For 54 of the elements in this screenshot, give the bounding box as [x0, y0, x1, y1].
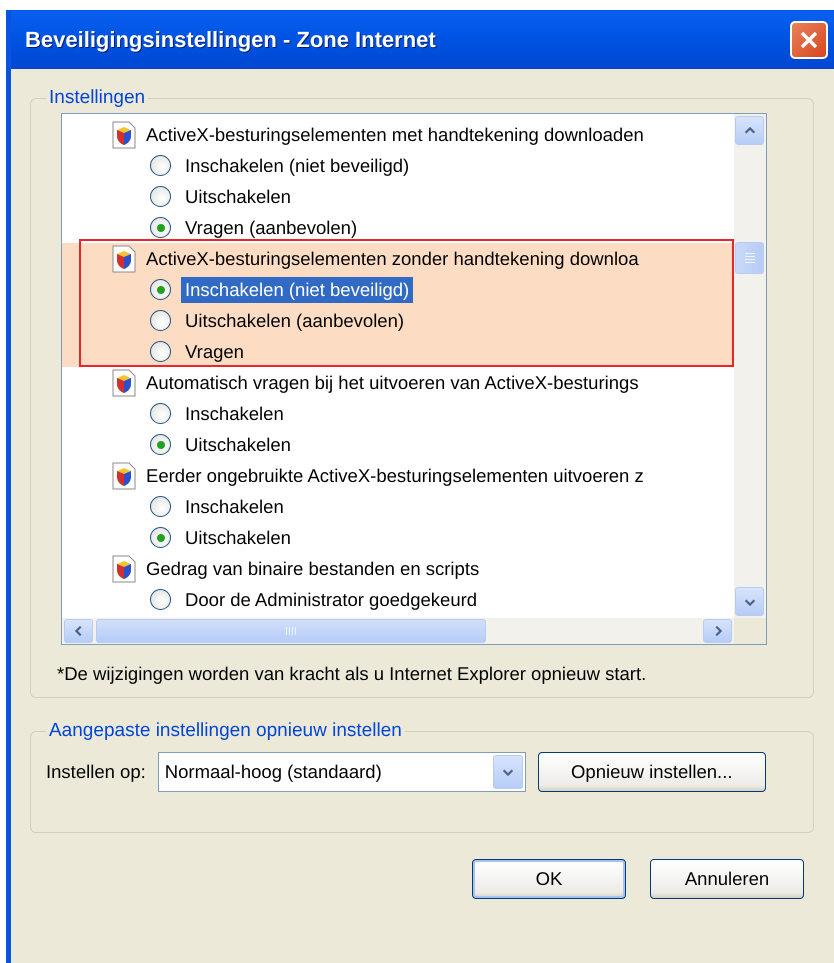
- scroll-right-button[interactable]: [703, 619, 732, 643]
- scroll-up-button[interactable]: [735, 116, 764, 145]
- scroll-thumb[interactable]: [96, 619, 486, 643]
- radio-button[interactable]: [150, 310, 171, 331]
- radio-button[interactable]: [150, 186, 171, 207]
- group-label: Aangepaste instellingen opnieuw instellen: [48, 720, 403, 742]
- option-label[interactable]: Uitschakelen: [181, 432, 295, 458]
- option-label[interactable]: Inschakelen: [181, 400, 288, 426]
- option-label[interactable]: Inschakelen: [181, 494, 288, 520]
- grip-icon: [744, 253, 756, 263]
- scroll-thumb[interactable]: [735, 242, 764, 274]
- close-icon: [798, 29, 820, 51]
- restart-note: *De wijzigingen worden van kracht als u Internet Explorer opnieuw start.: [57, 663, 648, 685]
- radio-button[interactable]: [150, 527, 171, 548]
- setting-title: ActiveX-besturingselementen met handtekening downloaden: [146, 124, 644, 146]
- option-label[interactable]: Door de Administrator goedgekeurd: [181, 586, 482, 612]
- option-label[interactable]: Uitschakelen: [181, 524, 295, 550]
- security-document-icon: [112, 244, 136, 272]
- security-document-icon: [112, 120, 136, 148]
- scroll-down-button[interactable]: [735, 587, 764, 616]
- security-document-icon: [112, 554, 136, 582]
- group-label: Instellingen: [48, 87, 146, 109]
- horizontal-scrollbar[interactable]: [62, 618, 734, 644]
- setting-title: Automatisch vragen bij het uitvoeren van ActiveX-besturings: [146, 372, 639, 394]
- option-label[interactable]: Vragen (aanbevolen): [181, 214, 362, 240]
- option-label[interactable]: Inschakelen (niet beveiligd): [181, 276, 414, 302]
- dialog-button[interactable]: Annuleren: [650, 859, 804, 899]
- radio-button[interactable]: [150, 434, 171, 455]
- window-title: Beveiligingsinstellingen - Zone Internet: [25, 27, 436, 53]
- close-button[interactable]: [790, 21, 828, 59]
- option-label[interactable]: Uitschakelen (aanbevolen): [181, 308, 408, 334]
- radio-button[interactable]: [150, 496, 171, 517]
- setting-title: Gedrag van binaire bestanden en scripts: [146, 558, 480, 580]
- dialog-button[interactable]: OK: [472, 859, 626, 899]
- level-dropdown[interactable]: Normaal-hoog (standaard): [158, 752, 526, 792]
- radio-button[interactable]: [150, 217, 171, 238]
- radio-button[interactable]: [150, 403, 171, 424]
- reset-button[interactable]: Opnieuw instellen...: [538, 752, 766, 792]
- radio-button[interactable]: [150, 155, 171, 176]
- vertical-scrollbar[interactable]: [734, 114, 766, 618]
- radio-button[interactable]: [150, 341, 171, 362]
- option-label[interactable]: Vragen: [181, 338, 248, 364]
- scroll-left-button[interactable]: [64, 619, 93, 643]
- field-label: Instellen op:: [46, 761, 146, 783]
- radio-button[interactable]: [150, 279, 171, 300]
- setting-title: ActiveX-besturingselementen zonder handtekening downloa: [146, 248, 639, 270]
- grip-icon: [285, 626, 297, 636]
- security-document-icon: [112, 462, 136, 490]
- option-label[interactable]: Uitschakelen: [181, 184, 295, 210]
- radio-button[interactable]: [150, 589, 171, 610]
- setting-title: Eerder ongebruikte ActiveX-besturingselementen uitvoeren z: [146, 464, 644, 486]
- security-document-icon: [112, 368, 136, 396]
- option-label[interactable]: Inschakelen (niet beveiligd): [181, 152, 414, 178]
- scrollbar-corner: [734, 618, 766, 644]
